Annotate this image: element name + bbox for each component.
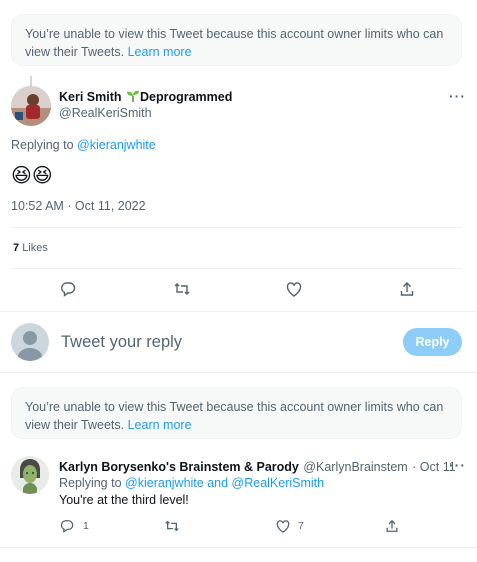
tweet-timestamp[interactable]: 10:52 AM · Oct 11, 2022 bbox=[11, 199, 146, 213]
more-options-icon[interactable]: ··· bbox=[449, 457, 466, 473]
avatar[interactable] bbox=[11, 456, 49, 494]
learn-more-link[interactable]: Learn more bbox=[128, 418, 192, 432]
tweet-text: 😆😆 bbox=[11, 165, 53, 187]
notice-text: You’re unable to view this Tweet because… bbox=[25, 400, 444, 432]
seedling-icon bbox=[126, 90, 140, 102]
retweet-icon[interactable] bbox=[173, 281, 191, 297]
thread-line bbox=[30, 76, 32, 86]
like-count: 7 bbox=[298, 520, 304, 532]
reply-replying-to: Replying to @kieranjwhite and @RealKeriS… bbox=[59, 476, 325, 490]
replying-to-link[interactable]: @kieranjwhite bbox=[77, 138, 156, 152]
more-options-icon[interactable]: ··· bbox=[449, 88, 466, 104]
reply-input[interactable]: Tweet your reply bbox=[61, 333, 182, 352]
restricted-tweet-notice: You’re unable to view this Tweet because… bbox=[11, 387, 462, 439]
author-suffix: Deprogrammed bbox=[139, 90, 233, 104]
likes-stat[interactable]: 7 Likes bbox=[13, 242, 48, 254]
retweet-icon[interactable] bbox=[164, 519, 180, 533]
share-icon[interactable] bbox=[385, 519, 399, 533]
reply-button[interactable]: Reply bbox=[403, 328, 462, 356]
divider bbox=[11, 268, 462, 269]
replying-to-link[interactable]: @kieranjwhite and @RealKeriSmith bbox=[125, 476, 324, 490]
user-avatar[interactable] bbox=[11, 323, 49, 361]
reply-author-name[interactable]: Karlyn Borysenko's Brainstem & Parody bbox=[59, 460, 299, 474]
reply-icon[interactable] bbox=[60, 281, 76, 297]
reply-count: 1 bbox=[83, 520, 89, 532]
author-name[interactable]: Keri Smith bbox=[59, 90, 122, 104]
author-handle[interactable]: @RealKeriSmith bbox=[59, 106, 152, 120]
likes-count: 7 bbox=[13, 242, 20, 254]
divider bbox=[0, 372, 477, 373]
reply-icon[interactable] bbox=[60, 519, 74, 533]
divider bbox=[0, 547, 477, 548]
like-icon[interactable] bbox=[276, 520, 290, 533]
divider bbox=[11, 227, 462, 228]
reply-text: You're at the third level! bbox=[59, 493, 189, 507]
restricted-tweet-notice: You’re unable to view this Tweet because… bbox=[11, 14, 462, 66]
reply-author-handle[interactable]: @KarlynBrainstem bbox=[303, 460, 407, 474]
notice-text: You’re unable to view this Tweet because… bbox=[25, 27, 444, 59]
share-icon[interactable] bbox=[399, 281, 415, 297]
learn-more-link[interactable]: Learn more bbox=[128, 45, 192, 59]
divider bbox=[0, 311, 477, 312]
like-icon[interactable] bbox=[286, 282, 302, 297]
replying-to: Replying to @kieranjwhite bbox=[11, 138, 156, 152]
likes-label: Likes bbox=[22, 242, 48, 254]
avatar[interactable] bbox=[11, 86, 51, 126]
